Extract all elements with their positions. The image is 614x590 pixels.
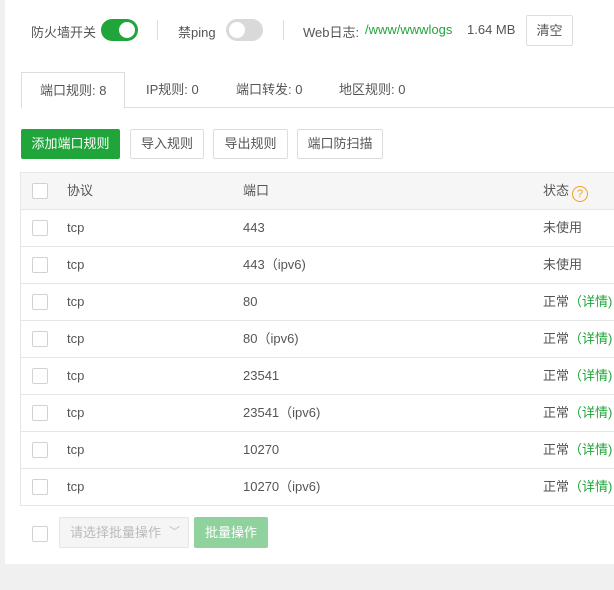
firewall-topbar: 防火墙开关 禁ping Web日志: /www/wwwlogs 1.64 MB … xyxy=(5,0,614,62)
firewall-switch-label: 防火墙开关 xyxy=(31,25,97,40)
cell-status: 正常（详情) xyxy=(543,395,612,431)
cell-protocol: tcp xyxy=(67,294,85,309)
status-text: 正常 xyxy=(543,405,570,420)
firewall-panel: 防火墙开关 禁ping Web日志: /www/wwwlogs 1.64 MB … xyxy=(5,0,614,564)
table-row: tcp 80（ipv6) 正常（详情) xyxy=(21,321,614,358)
status-text: 未使用 xyxy=(543,257,583,272)
status-text: 正常 xyxy=(543,294,570,309)
footer-select-all-checkbox[interactable] xyxy=(32,526,48,542)
status-detail-link[interactable]: （详情) xyxy=(569,442,612,457)
status-detail-link[interactable]: （详情) xyxy=(569,479,612,494)
port-rules-table: 协议 端口 状态? tcp 443 未使用 tcp 443（ipv6) 未使用 tcp 80 正… xyxy=(20,172,614,506)
cell-port: 10270 xyxy=(243,442,280,457)
cell-status: 正常（详情) xyxy=(543,358,612,394)
firewall-toggle[interactable] xyxy=(101,19,138,41)
help-icon[interactable]: ? xyxy=(572,186,589,202)
table-row: tcp 10270 正常（详情) xyxy=(21,432,614,469)
status-text: 正常 xyxy=(543,479,570,494)
toggle-knob xyxy=(119,22,135,38)
row-checkbox[interactable] xyxy=(32,442,48,458)
cell-protocol: tcp xyxy=(67,220,85,235)
divider xyxy=(283,20,284,40)
cell-port: 23541（ipv6) xyxy=(243,405,321,420)
status-detail-link[interactable]: （详情) xyxy=(569,368,612,383)
cell-port: 80（ipv6) xyxy=(243,331,299,346)
batch-operation-button[interactable]: 批量操作 xyxy=(194,517,268,548)
cell-status: 未使用 xyxy=(543,247,582,283)
cell-port: 443 xyxy=(243,220,265,235)
status-text: 正常 xyxy=(543,368,570,383)
status-text: 未使用 xyxy=(543,220,583,235)
cell-protocol: tcp xyxy=(67,479,85,494)
toggle-knob xyxy=(229,22,245,38)
status-detail-link[interactable]: （详情) xyxy=(569,294,612,309)
chevron-down-icon: ﹀ xyxy=(169,526,180,538)
header-status: 状态? xyxy=(543,173,589,209)
row-checkbox[interactable] xyxy=(32,257,48,273)
tab-port-forward[interactable]: 端口转发: 0 xyxy=(236,72,302,108)
cell-status: 正常（详情) xyxy=(543,284,612,320)
table-row: tcp 23541（ipv6) 正常（详情) xyxy=(21,395,614,432)
ping-toggle[interactable] xyxy=(226,19,263,41)
cell-status: 正常（详情) xyxy=(543,432,612,468)
weblog-path-link[interactable]: /www/wwwlogs xyxy=(365,22,452,37)
cell-protocol: tcp xyxy=(67,442,85,457)
divider xyxy=(157,20,158,40)
cell-port: 10270（ipv6) xyxy=(243,479,321,494)
cell-protocol: tcp xyxy=(67,368,85,383)
batch-operation-select[interactable]: 请选择批量操作 ﹀ xyxy=(59,517,189,548)
header-protocol: 协议 xyxy=(67,183,94,198)
table-header-row: 协议 端口 状态? xyxy=(21,173,614,210)
table-row: tcp 80 正常（详情) xyxy=(21,284,614,321)
cell-port: 80 xyxy=(243,294,258,309)
tab-region-rules[interactable]: 地区规则: 0 xyxy=(339,72,405,108)
cell-protocol: tcp xyxy=(67,331,85,346)
tab-ip-rules[interactable]: IP规则: 0 xyxy=(146,72,199,108)
port-scan-protect-button[interactable]: 端口防扫描 xyxy=(297,129,383,159)
import-rules-button[interactable]: 导入规则 xyxy=(130,129,204,159)
table-row: tcp 443（ipv6) 未使用 xyxy=(21,247,614,284)
status-text: 正常 xyxy=(543,442,570,457)
select-all-checkbox[interactable] xyxy=(32,183,48,199)
rule-tabs: 端口规则: 8 IP规则: 0 端口转发: 0 地区规则: 0 xyxy=(21,72,614,109)
export-rules-button[interactable]: 导出规则 xyxy=(213,129,288,159)
tab-port-rules[interactable]: 端口规则: 8 xyxy=(21,72,126,109)
cell-status: 正常（详情) xyxy=(543,321,612,357)
cell-protocol: tcp xyxy=(67,405,85,420)
row-checkbox[interactable] xyxy=(32,368,48,384)
batch-select-placeholder: 请选择批量操作 xyxy=(70,525,162,540)
row-checkbox[interactable] xyxy=(32,220,48,236)
row-checkbox[interactable] xyxy=(32,405,48,421)
header-status-label: 状态 xyxy=(543,183,570,198)
add-port-rule-button[interactable]: 添加端口规则 xyxy=(21,129,120,159)
weblog-label: Web日志: xyxy=(303,25,360,40)
row-checkbox[interactable] xyxy=(32,479,48,495)
table-row: tcp 10270（ipv6) 正常（详情) xyxy=(21,469,614,506)
table-row: tcp 23541 正常（详情) xyxy=(21,358,614,395)
cell-port: 443（ipv6) xyxy=(243,257,306,272)
row-checkbox[interactable] xyxy=(32,294,48,310)
table-row: tcp 443 未使用 xyxy=(21,210,614,247)
status-detail-link[interactable]: （详情) xyxy=(569,405,612,420)
status-detail-link[interactable]: （详情) xyxy=(569,331,612,346)
cell-port: 23541 xyxy=(243,368,280,383)
cell-protocol: tcp xyxy=(67,257,85,272)
header-port: 端口 xyxy=(243,183,270,198)
table-body: tcp 443 未使用 tcp 443（ipv6) 未使用 tcp 80 正常（详情) tcp 80… xyxy=(21,210,614,506)
clear-logs-button[interactable]: 清空 xyxy=(526,15,573,46)
ping-switch-label: 禁ping xyxy=(178,25,216,40)
status-text: 正常 xyxy=(543,331,570,346)
weblog-size: 1.64 MB xyxy=(467,22,516,37)
row-checkbox[interactable] xyxy=(32,331,48,347)
cell-status: 未使用 xyxy=(543,210,582,246)
cell-status: 正常（详情) xyxy=(543,469,612,505)
